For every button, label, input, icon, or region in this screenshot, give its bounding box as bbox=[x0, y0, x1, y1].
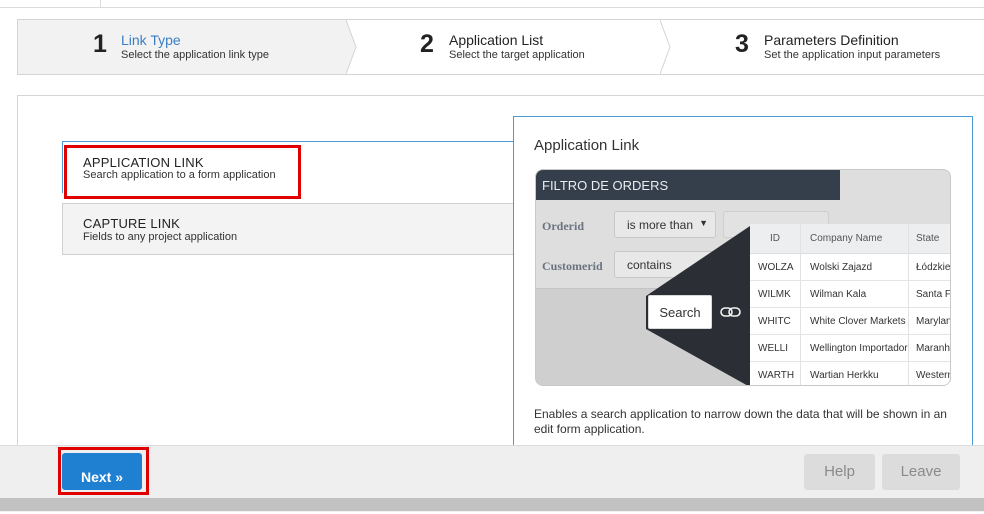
step-number: 3 bbox=[735, 30, 749, 58]
option-subtitle: Search application to a form application bbox=[83, 169, 276, 181]
step-number: 1 bbox=[93, 30, 107, 58]
preview-panel: Application Link FILTRO DE ORDERS Orderi… bbox=[513, 116, 973, 456]
help-button[interactable]: Help bbox=[804, 454, 875, 490]
step-subtitle: Select the target application bbox=[449, 49, 585, 61]
step-subtitle: Set the application input parameters bbox=[764, 49, 941, 61]
step-title: Link Type bbox=[121, 32, 181, 48]
table-cell: Maryland bbox=[908, 308, 950, 335]
option-title: CAPTURE LINK bbox=[83, 216, 181, 231]
link-wizard-page: 1 Link Type Select the application link … bbox=[0, 0, 984, 514]
step-separator-icon bbox=[660, 20, 671, 74]
table-cell: WILMK bbox=[750, 281, 800, 308]
table-cell: WOLZA bbox=[750, 254, 800, 281]
table-cell: Wolski Zajazd bbox=[800, 254, 908, 281]
mock-results-table: ID Company Name State WOLZA Wolski Zajaz… bbox=[750, 224, 950, 385]
table-cell: Maranhão bbox=[908, 335, 950, 362]
table-cell: Wartian Herkku bbox=[800, 362, 908, 385]
option-title: APPLICATION LINK bbox=[83, 155, 204, 170]
table-cell: White Clover Markets bbox=[800, 308, 908, 335]
step-number: 2 bbox=[420, 30, 434, 58]
step-subtitle: Select the application link type bbox=[121, 49, 269, 61]
table-cell: Western bbox=[908, 362, 950, 385]
table-header-cell: Company Name bbox=[800, 224, 908, 254]
step-link-type[interactable]: 1 Link Type Select the application link … bbox=[18, 20, 346, 74]
next-button[interactable]: Next » bbox=[62, 453, 142, 490]
horizontal-scrollbar[interactable] bbox=[0, 498, 984, 512]
wizard-steps: 1 Link Type Select the application link … bbox=[17, 19, 984, 75]
preview-heading: Application Link bbox=[534, 137, 640, 154]
table-cell: WARTH bbox=[750, 362, 800, 385]
table-cell: Wilman Kala bbox=[800, 281, 908, 308]
step-separator-icon bbox=[346, 20, 357, 74]
table-cell: Łódzkie bbox=[908, 254, 950, 281]
step-parameters-definition[interactable]: 3 Parameters Definition Set the applicat… bbox=[674, 20, 984, 74]
preview-illustration: FILTRO DE ORDERS Orderid is more than ▼ … bbox=[535, 169, 951, 386]
leave-button[interactable]: Leave bbox=[882, 454, 960, 490]
table-cell: WHITC bbox=[750, 308, 800, 335]
step-title: Application List bbox=[449, 32, 544, 48]
top-border bbox=[0, 0, 984, 8]
option-capture-link[interactable]: CAPTURE LINK Fields to any project appli… bbox=[62, 203, 514, 255]
table-cell: WELLI bbox=[750, 335, 800, 362]
scrollbar-thumb[interactable] bbox=[0, 498, 984, 511]
option-application-link[interactable]: APPLICATION LINK Search application to a… bbox=[62, 141, 514, 193]
table-header-cell: State bbox=[908, 224, 950, 254]
step-application-list[interactable]: 2 Application List Select the target app… bbox=[360, 20, 660, 74]
link-icon bbox=[720, 307, 741, 317]
table-header-cell: ID bbox=[750, 224, 800, 254]
mock-search-button: Search bbox=[648, 295, 712, 329]
table-cell: Santa Fe bbox=[908, 281, 950, 308]
table-cell: Wellington Importadora bbox=[800, 335, 908, 362]
preview-description: Enables a search application to narrow d… bbox=[534, 407, 947, 436]
option-subtitle: Fields to any project application bbox=[83, 231, 238, 243]
step-title: Parameters Definition bbox=[764, 32, 899, 48]
